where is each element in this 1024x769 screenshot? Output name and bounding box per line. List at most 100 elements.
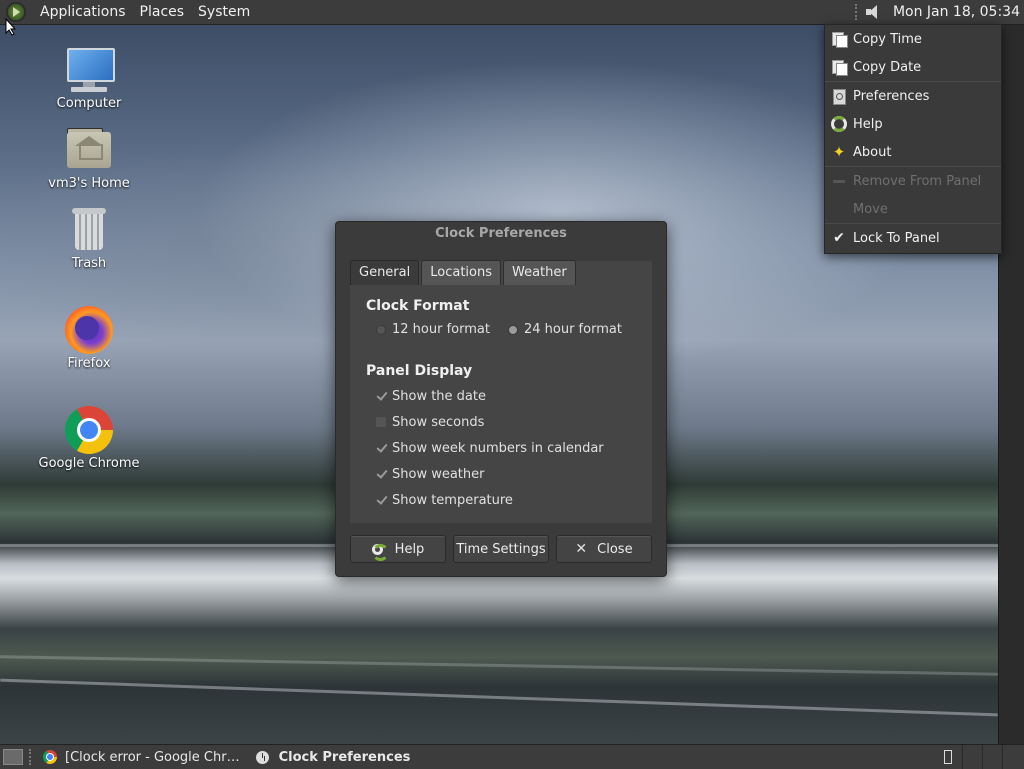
volume-icon[interactable] [865,4,881,20]
chrome-icon [65,406,113,454]
desktop-icon-home[interactable]: vm3's Home [34,126,144,191]
task-label: Clock Preferences [278,749,411,765]
close-button[interactable]: ✕ Close [556,535,652,563]
menu-item-copy-date[interactable]: Copy Date [825,53,1001,81]
clock-preferences-dialog: Clock Preferences General Locations Weat… [335,221,667,577]
task-label: [Clock error - Google Chr… [65,749,240,765]
menu-item-label: About [853,144,892,160]
top-panel: Applications Places System Mon Jan 18, 0… [0,0,1024,25]
firefox-icon [65,306,113,354]
desktop-icon-computer[interactable]: Computer [34,46,144,111]
tab-bar: General Locations Weather [350,260,578,285]
taskbar-item-chrome[interactable]: [Clock error - Google Chr… [39,746,244,768]
blank-icon [831,201,847,217]
radio-indicator-selected [507,324,518,335]
desktop-icon-label: Trash [71,256,107,271]
checkbox-show-seconds[interactable]: Show seconds [376,409,646,435]
remove-icon [831,173,847,189]
general-tab-content: Clock Format 12 hour format 24 hour form… [366,298,646,513]
copy-icon [831,31,848,48]
clock-format-options: 12 hour format 24 hour format [366,322,646,337]
chrome-icon [43,750,57,764]
clock-icon [255,750,269,764]
menu-item-move: Move [825,195,1001,223]
workspace-switcher[interactable] [962,745,1022,769]
copy-icon [831,59,848,76]
computer-icon [65,46,115,94]
home-folder-icon [65,126,113,174]
mouse-pointer-icon [5,18,17,36]
show-desktop-icon[interactable] [3,749,23,765]
menu-item-copy-time[interactable]: Copy Time [825,25,1001,53]
menu-item-lock-to-panel[interactable]: ✔ Lock To Panel [825,224,1001,252]
panel-tray: Mon Jan 18, 05:34 [854,0,1020,24]
checkbox-show-temperature[interactable]: Show temperature [376,487,646,513]
checkbox-label: Show temperature [392,492,513,508]
desktop-icon-label: Computer [56,96,122,111]
check-icon: ✔ [833,230,845,246]
menu-item-label: Preferences [853,88,930,104]
menu-item-preferences[interactable]: Preferences [825,82,1001,110]
help-button[interactable]: Help [350,535,446,563]
desktop-icon-trash[interactable]: Trash [34,206,144,271]
panel-separator [29,749,33,765]
checkbox-checked-icon [376,443,386,453]
taskbar-item-clock-preferences[interactable]: Clock Preferences [252,746,415,768]
menu-applications[interactable]: Applications [34,4,132,20]
menu-item-label: Copy Date [853,59,922,75]
bottom-panel: [Clock error - Google Chr… Clock Prefere… [0,744,1024,769]
radio-12-hour[interactable]: 12 hour format [376,322,490,337]
help-button-label: Help [394,541,425,557]
menu-item-about[interactable]: ✦ About [825,138,1001,166]
panel-separator [854,4,859,20]
preferences-icon [831,88,847,105]
tab-weather[interactable]: Weather [503,260,576,285]
radio-indicator [376,324,386,335]
checkbox-checked-icon [376,469,386,479]
radio-24-hour[interactable]: 24 hour format [507,322,622,337]
dialog-title[interactable]: Clock Preferences [336,222,666,246]
menu-places[interactable]: Places [134,4,191,20]
tab-locations[interactable]: Locations [421,260,501,285]
checkbox-label: Show weather [392,466,485,482]
help-icon [831,116,847,132]
desktop-icon-chrome[interactable]: Google Chrome [34,406,144,471]
menu-item-label: Lock To Panel [853,230,940,246]
checkbox-label: Show seconds [392,414,485,430]
menu-item-remove-from-panel: Remove From Panel [825,167,1001,195]
menu-item-label: Help [853,116,883,132]
checkbox-unchecked-icon [376,417,386,427]
checkbox-checked-icon [376,495,386,505]
menu-item-label: Copy Time [853,31,922,47]
menu-item-help[interactable]: Help [825,110,1001,138]
menu-system[interactable]: System [192,4,256,20]
about-icon: ✦ [832,143,846,161]
radio-label: 24 hour format [523,322,622,337]
panel-display-heading: Panel Display [366,363,473,379]
panel-clock[interactable]: Mon Jan 18, 05:34 [893,4,1020,20]
checkbox-show-weather[interactable]: Show weather [376,461,646,487]
workspace-cell[interactable] [982,745,1002,769]
checkbox-label: Show the date [392,388,486,404]
close-button-label: Close [597,541,633,557]
notification-icon[interactable] [944,750,952,764]
time-settings-button[interactable]: Time Settings [453,535,549,563]
dialog-button-row: Help Time Settings ✕ Close [350,535,652,563]
checkbox-checked-icon [376,391,386,401]
clock-context-menu: Copy Time Copy Date Preferences Help ✦ A… [824,24,1002,254]
radio-label: 12 hour format [392,322,490,337]
close-icon: ✕ [575,541,588,557]
checkbox-show-week-numbers[interactable]: Show week numbers in calendar [376,435,646,461]
menu-item-label: Move [853,201,888,217]
workspace-cell[interactable] [962,745,982,769]
desktop-icon-label: Firefox [67,356,111,371]
clock-format-heading: Clock Format [366,298,470,314]
workspace-cell[interactable] [1002,745,1022,769]
trash-icon [65,206,113,254]
checkbox-label: Show week numbers in calendar [392,440,604,456]
checkbox-show-date[interactable]: Show the date [376,383,646,409]
desktop-icon-label: Google Chrome [38,456,140,471]
tab-general[interactable]: General [350,260,420,285]
desktop-icon-firefox[interactable]: Firefox [34,306,144,371]
desktop-icon-label: vm3's Home [48,176,130,191]
